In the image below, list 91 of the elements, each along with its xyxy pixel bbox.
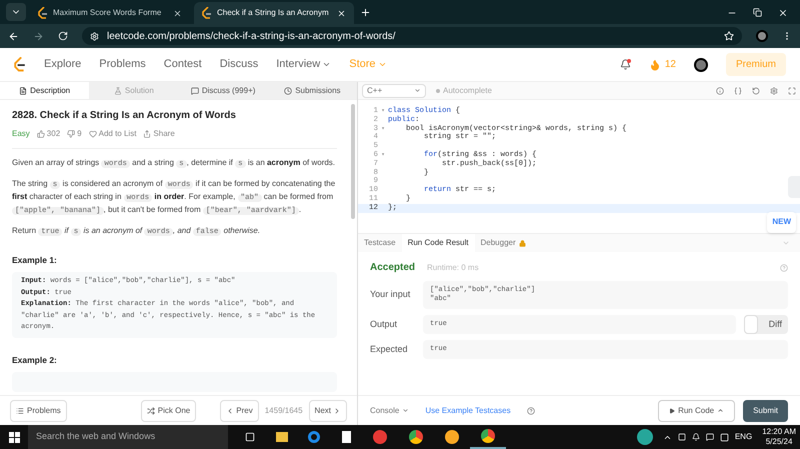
lock-icon xyxy=(518,240,526,246)
result-label: Your input xyxy=(370,288,412,302)
url-text: leetcode.com/problems/check-if-a-string-is-an-acronym-of-words/ xyxy=(107,30,396,44)
fullscreen-icon[interactable] xyxy=(788,86,796,94)
list-icon xyxy=(16,406,24,414)
autocomplete-label: Autocomplete xyxy=(443,84,492,96)
chevron-up-icon xyxy=(717,407,724,414)
next-button[interactable]: Next xyxy=(308,400,347,422)
add-to-list-button[interactable]: Add to List xyxy=(88,128,136,140)
clock-time[interactable]: 12:20 AM xyxy=(762,427,796,437)
chevron-down-icon xyxy=(322,60,332,69)
language-indicator[interactable]: ENG xyxy=(734,431,752,443)
message-icon[interactable] xyxy=(706,433,714,441)
close-icon[interactable] xyxy=(173,8,182,18)
flame-icon xyxy=(648,58,661,70)
prev-button[interactable]: Prev xyxy=(220,400,259,422)
bell-icon[interactable] xyxy=(620,59,631,70)
help-icon[interactable] xyxy=(526,406,535,414)
panel-tab[interactable]: Discuss (999+) xyxy=(178,82,268,99)
example-heading: Example 1: xyxy=(12,254,58,266)
profile-avatar[interactable] xyxy=(756,30,768,42)
nav-link[interactable]: Discuss xyxy=(220,56,258,73)
scrollbar-thumb[interactable] xyxy=(351,104,355,219)
shuffle-icon xyxy=(146,406,155,414)
site-settings-icon[interactable] xyxy=(90,32,99,40)
pick-one-button[interactable]: Pick One xyxy=(140,400,196,422)
result-label: Output xyxy=(370,318,398,331)
new-badge[interactable]: NEW xyxy=(767,212,796,233)
document-icon xyxy=(19,86,28,94)
console-button[interactable]: Console xyxy=(370,404,410,416)
windows-logo-icon xyxy=(8,432,20,442)
example-heading: Example 2: xyxy=(12,354,58,366)
result-tab[interactable]: Testcase xyxy=(358,234,402,252)
browser-tab[interactable]: Check if a String Is an Acronym xyxy=(194,2,354,24)
bookmark-star-icon[interactable] xyxy=(724,31,734,41)
result-tab[interactable]: Debugger xyxy=(474,234,532,252)
tab-title: Check if a String Is an Acronym xyxy=(217,7,330,19)
like-button[interactable]: 302 xyxy=(36,128,60,140)
play-icon xyxy=(669,408,676,414)
difficulty-label: Easy xyxy=(12,128,30,140)
nav-link[interactable]: Contest xyxy=(164,56,202,73)
problem-title: 2828. Check if a String Is an Acronym of Words xyxy=(12,110,237,122)
code-logo-icon xyxy=(38,7,48,19)
thumbs-up-icon xyxy=(36,130,45,138)
result-tab[interactable]: Run Code Result xyxy=(402,234,474,252)
code-logo-icon[interactable] xyxy=(14,57,26,72)
user-avatar[interactable] xyxy=(694,58,708,72)
chevron-down-icon xyxy=(378,60,387,69)
status-text: Accepted xyxy=(370,261,416,275)
runtime-text: Runtime: 0 ms xyxy=(427,262,479,274)
run-code-button[interactable]: Run Code xyxy=(658,400,736,422)
panel-tab[interactable]: Submissions xyxy=(268,82,357,99)
back-icon[interactable] xyxy=(8,30,19,42)
diff-toggle[interactable]: Diff xyxy=(744,315,788,334)
flask-icon xyxy=(114,86,122,94)
streak-count: 12 xyxy=(664,58,676,72)
result-label: Expected xyxy=(370,342,409,356)
forward-icon[interactable] xyxy=(33,30,44,42)
chevron-down-icon xyxy=(402,407,410,414)
chevron-down-icon xyxy=(414,87,421,94)
nav-link[interactable]: Problems xyxy=(99,56,146,73)
problems-button[interactable]: Problems xyxy=(10,400,67,422)
clock-icon xyxy=(284,86,292,94)
thumbs-down-icon xyxy=(67,130,76,138)
close-icon[interactable] xyxy=(778,8,788,18)
browser-tab[interactable]: Maximum Score Words Forme xyxy=(30,2,190,24)
chevron-right-icon xyxy=(333,406,341,414)
heart-icon xyxy=(88,130,97,138)
submit-button[interactable]: Submit xyxy=(743,400,788,422)
share-icon xyxy=(143,130,152,138)
address-bar[interactable]: leetcode.com/problems/check-if-a-string-is-an-acronym-of-words/ xyxy=(82,27,742,45)
info-icon[interactable] xyxy=(716,86,724,94)
tab-title: Maximum Score Words Forme xyxy=(53,7,162,19)
new-tab-icon[interactable] xyxy=(360,7,371,18)
reset-icon[interactable] xyxy=(752,86,760,94)
nav-menu[interactable]: Interview xyxy=(276,56,332,73)
reload-icon[interactable] xyxy=(58,31,68,41)
dislike-button[interactable]: 9 xyxy=(67,128,82,140)
share-button[interactable]: Share xyxy=(143,128,175,140)
code-logo-icon xyxy=(202,7,212,19)
braces-icon[interactable] xyxy=(734,86,742,94)
settings-icon[interactable] xyxy=(770,86,778,94)
language-select[interactable]: C++ xyxy=(362,84,426,98)
nav-link[interactable]: Explore xyxy=(44,56,82,73)
clock-date[interactable]: 5/25/24 xyxy=(766,437,792,447)
problem-position: 1459/1645 xyxy=(264,404,303,416)
taskbar-search-field[interactable]: Search the web and Windows xyxy=(28,425,228,449)
panel-tab[interactable]: Description xyxy=(0,82,90,99)
restore-icon[interactable] xyxy=(753,8,762,17)
chat-icon xyxy=(190,86,199,94)
example-testcases-link[interactable]: Use Example Testcases xyxy=(425,404,511,416)
